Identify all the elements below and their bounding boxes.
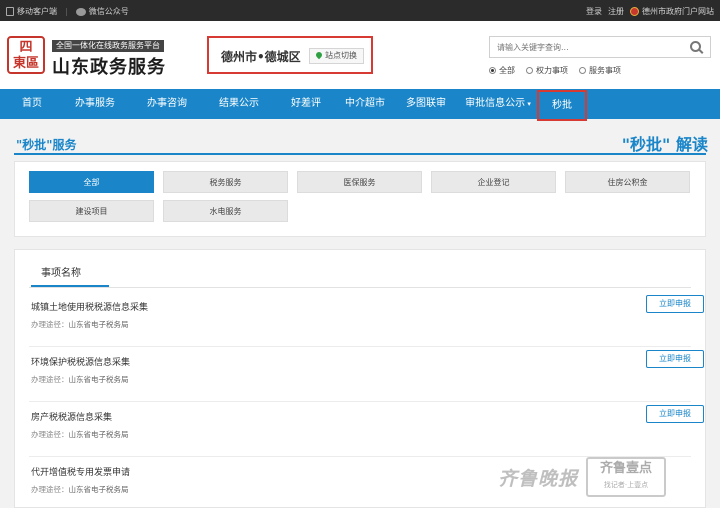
- explainer-word: 解读: [675, 135, 708, 154]
- channel-label: 办理途径：: [31, 430, 69, 439]
- channel-label: 办理途径：: [31, 485, 69, 494]
- login-link[interactable]: 登录: [586, 6, 602, 17]
- gov-portal-link[interactable]: 德州市政府门户网站: [642, 6, 714, 17]
- watermark-text: 齐鲁晚报: [498, 467, 579, 490]
- site-title[interactable]: 山东政务服务: [52, 53, 166, 79]
- top-links-left: 移动客户端 | 微信公众号: [6, 6, 129, 17]
- category-construction[interactable]: 建设项目: [29, 200, 154, 222]
- watermark-seal-main: 齐鲁壹点: [600, 461, 653, 476]
- channel-value: 山东省电子税务局: [68, 375, 129, 384]
- radio-label: 全部: [499, 66, 515, 75]
- search-input[interactable]: [490, 37, 680, 57]
- nav-consult[interactable]: 办事咨询: [134, 89, 200, 119]
- main-nav: 首页 办事服务 办事咨询 结果公示 好差评 中介超市 多图联审 审批信息公示 ▾…: [0, 89, 720, 121]
- channel-label: 办理途径：: [31, 375, 69, 384]
- channel-label: 办理途径：: [31, 320, 69, 329]
- watermark-seal-sub: 找记者·上壹点: [603, 481, 649, 489]
- instant-approval-explainer-link[interactable]: "秒批" 解读: [622, 131, 708, 155]
- top-bar: 移动客户端 | 微信公众号 登录 注册 德州市政府门户网站: [0, 0, 720, 21]
- item-channel: 办理途径：山东省电子税务局: [31, 429, 129, 440]
- category-all[interactable]: 全部: [29, 171, 154, 193]
- current-site-name: 德州市•德城区: [221, 50, 301, 64]
- apply-button[interactable]: 立即申报: [646, 350, 704, 368]
- nav-services[interactable]: 办事服务: [62, 89, 128, 119]
- apply-button[interactable]: 立即申报: [646, 295, 704, 313]
- item-channel: 办理途径：山东省电子税务局: [31, 319, 129, 330]
- channel-value: 山东省电子税务局: [68, 485, 129, 494]
- search-scope-radios: 全部 权力事项 服务事项: [489, 65, 632, 76]
- item-name[interactable]: 代开增值税专用发票申请: [31, 465, 130, 478]
- item-name[interactable]: 城镇土地使用税税源信息采集: [31, 300, 148, 313]
- newspaper-watermark: 齐鲁晚报 齐鲁壹点 找记者·上壹点: [498, 456, 667, 498]
- platform-subtitle: 全国一体化在线政务服务平台: [52, 40, 164, 52]
- category-utilities[interactable]: 水电服务: [163, 200, 288, 222]
- radio-dot: [526, 67, 533, 74]
- list-item: 城镇土地使用税税源信息采集 办理途径：山东省电子税务局 立即申报: [29, 292, 704, 347]
- nav-approval-info[interactable]: 审批信息公示 ▾: [460, 89, 536, 119]
- nav-joint-review[interactable]: 多图联审: [398, 89, 454, 119]
- radio-label: 服务事项: [589, 66, 621, 75]
- channel-value: 山东省电子税务局: [68, 430, 129, 439]
- watermark-seal: 齐鲁壹点 找记者·上壹点: [586, 457, 667, 497]
- channel-value: 山东省电子税务局: [68, 320, 129, 329]
- location-pin-icon: [314, 50, 324, 60]
- radio-dot: [579, 67, 586, 74]
- apply-button[interactable]: 立即申报: [646, 405, 704, 423]
- tab-item-name[interactable]: 事项名称: [41, 264, 81, 279]
- category-tax[interactable]: 税务服务: [163, 171, 288, 193]
- category-panel: 全部 税务服务 医保服务 企业登记 住房公积金 建设项目 水电服务: [14, 161, 706, 237]
- search-icon[interactable]: [690, 41, 701, 52]
- nav-instant-approval[interactable]: 秒批: [537, 90, 587, 121]
- wechat-icon: [75, 7, 86, 16]
- category-housing-fund[interactable]: 住房公积金: [565, 171, 690, 193]
- gov-emblem-icon: [630, 7, 639, 16]
- section-title: "秒批"服务: [16, 138, 77, 152]
- site-location-box: 德州市•德城区 站点切换: [207, 36, 373, 74]
- explainer-quote: "秒批": [621, 135, 671, 154]
- radio-service-items[interactable]: 服务事项: [579, 65, 621, 76]
- item-name[interactable]: 房产税税源信息采集: [31, 410, 112, 423]
- category-business-registration[interactable]: 企业登记: [431, 171, 556, 193]
- radio-dot: [489, 67, 496, 74]
- tab-divider: [29, 287, 691, 288]
- mobile-icon: [6, 7, 14, 16]
- nav-rating[interactable]: 好差评: [278, 89, 334, 119]
- item-channel: 办理途径：山东省电子税务局: [31, 484, 129, 495]
- logo-seal-icon[interactable]: 四 東區: [7, 36, 45, 74]
- top-links-right: 登录 注册 德州市政府门户网站: [580, 6, 714, 17]
- radio-power-items[interactable]: 权力事项: [526, 65, 568, 76]
- site-switch-label: 站点切换: [325, 51, 357, 60]
- radio-all[interactable]: 全部: [489, 65, 515, 76]
- radio-label: 权力事项: [536, 66, 568, 75]
- nav-approval-info-label: 审批信息公示: [465, 98, 526, 109]
- site-switch-button[interactable]: 站点切换: [309, 48, 364, 64]
- category-medical-insurance[interactable]: 医保服务: [297, 171, 422, 193]
- list-item: 房产税税源信息采集 办理途径：山东省电子税务局 立即申报: [29, 402, 704, 457]
- search-box: [489, 36, 711, 58]
- register-link[interactable]: 注册: [608, 6, 624, 17]
- item-name[interactable]: 环境保护税税源信息采集: [31, 355, 130, 368]
- caret-down-icon: ▾: [525, 100, 531, 108]
- divider: |: [65, 7, 68, 16]
- nav-home[interactable]: 首页: [10, 89, 54, 119]
- nav-agency-market[interactable]: 中介超市: [338, 89, 392, 119]
- wechat-link[interactable]: 微信公众号: [89, 6, 129, 17]
- item-channel: 办理途径：山东省电子税务局: [31, 374, 129, 385]
- site-header: 四 東區 全国一体化在线政务服务平台 山东政务服务 德州市•德城区 站点切换 全…: [0, 21, 720, 89]
- list-item: 环境保护税税源信息采集 办理途径：山东省电子税务局 立即申报: [29, 347, 704, 402]
- section-divider: [14, 153, 706, 155]
- nav-results[interactable]: 结果公示: [206, 89, 272, 119]
- mobile-client-link[interactable]: 移动客户端: [17, 6, 57, 17]
